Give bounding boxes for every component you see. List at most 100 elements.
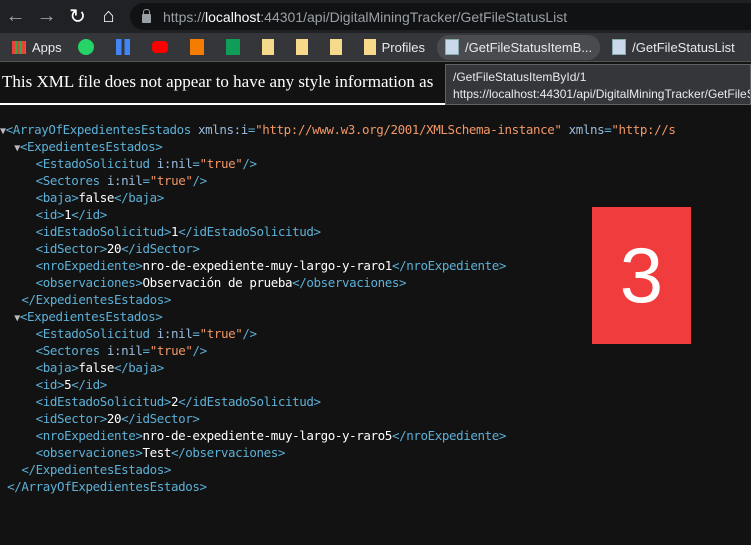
xml-token: nro-de-expediente-muy-largo-y-raro5 xyxy=(142,428,393,443)
xml-info-message: This XML file does not appear to have an… xyxy=(2,72,434,91)
xml-line: </ArrayOfExpedientesEstados> xyxy=(0,478,676,495)
back-icon[interactable]: ← xyxy=(0,5,31,28)
xml-token: false xyxy=(78,360,115,375)
xml-token: = xyxy=(142,343,151,358)
xml-token: = xyxy=(192,326,200,341)
xml-token: "true" xyxy=(199,326,243,341)
xml-line: <idSector>20</idSector> xyxy=(0,410,676,427)
xml-line: <baja>false</baja> xyxy=(0,359,676,376)
xml-token: <idEstadoSolicitud> xyxy=(35,394,172,409)
apps-grid-icon xyxy=(12,40,26,54)
xml-line: ▼<ExpedientesEstados> xyxy=(0,138,676,155)
folder-icon xyxy=(295,39,308,55)
folder-icon xyxy=(261,39,274,55)
bookmarks-bar: Apps Profiles/GetFileStatusItemB... /GetFi… xyxy=(0,33,751,62)
xml-line: <nroExpediente>nro-de-expediente-muy-lar… xyxy=(0,257,676,274)
folder-icon xyxy=(329,39,342,55)
xml-token: </idSector> xyxy=(121,411,200,426)
bookmark-item[interactable] xyxy=(186,35,214,60)
xml-token: </id> xyxy=(71,207,107,222)
xml-token: </baja> xyxy=(114,190,164,205)
bookmark-item[interactable] xyxy=(74,35,104,60)
xml-token: </id> xyxy=(71,377,107,392)
url-rest: :44301/api/DigitalMiningTracker/GetFileS… xyxy=(260,8,568,25)
bookmark-label: Apps xyxy=(32,39,62,55)
xml-token: = xyxy=(192,156,200,171)
youtube-icon xyxy=(151,41,168,53)
tooltip-url: https://localhost:44301/api/DigitalMinin… xyxy=(453,87,751,101)
xml-line: <EstadoSolicitud i:nil="true"/> xyxy=(0,325,676,342)
xml-token: i:nil xyxy=(106,173,143,188)
home-icon[interactable]: ⌂ xyxy=(93,5,124,28)
xml-token: false xyxy=(78,190,115,205)
reload-icon[interactable]: ↻ xyxy=(62,4,93,29)
xml-token: /> xyxy=(242,326,257,341)
xml-line: <idEstadoSolicitud>2</idEstadoSolicitud> xyxy=(0,393,676,410)
xml-line: <observaciones>Observación de prueba</ob… xyxy=(0,274,676,291)
xml-token: <idSector> xyxy=(35,241,108,256)
xml-token: Observación de prueba xyxy=(142,275,293,290)
folder-icon xyxy=(363,39,376,55)
xml-line: ▼<ArrayOfExpedientesEstados xmlns:i="htt… xyxy=(0,121,676,138)
xml-line: <baja>false</baja> xyxy=(0,189,676,206)
bookmark-item[interactable]: Profiles xyxy=(360,35,429,60)
xml-token: xmlns xyxy=(561,122,605,137)
xml-token: </idEstadoSolicitud> xyxy=(178,224,321,239)
xml-token: </observaciones> xyxy=(171,445,286,460)
xml-line: <idSector>20</idSector> xyxy=(0,240,676,257)
xml-token: <idEstadoSolicitud> xyxy=(35,224,172,239)
xml-line: <observaciones>Test</observaciones> xyxy=(0,444,676,461)
xml-token: = xyxy=(142,173,151,188)
bookmark-item[interactable]: /GetFileStatusItemB... xyxy=(437,34,601,60)
xml-token: <ArrayOfExpedientesEstados xyxy=(5,122,199,137)
xml-token: 20 xyxy=(106,241,122,256)
bookmark-item[interactable]: Apps xyxy=(8,35,66,60)
bookmark-item[interactable] xyxy=(112,35,140,60)
xml-token: nro-de-expediente-muy-largo-y-raro1 xyxy=(142,258,393,273)
bookmark-item[interactable] xyxy=(222,35,250,60)
xml-token: "true" xyxy=(149,173,193,188)
xml-token: /> xyxy=(192,343,207,358)
xml-token: <observaciones> xyxy=(35,275,143,290)
divider xyxy=(0,103,447,105)
bookmark-item[interactable] xyxy=(148,35,178,60)
blue-bars-icon xyxy=(115,39,130,55)
bookmark-tooltip: /GetFileStatusItemById/1 https://localho… xyxy=(445,64,751,105)
xml-line: <idEstadoSolicitud>1</idEstadoSolicitud> xyxy=(0,223,676,240)
url-prefix: https:// xyxy=(163,8,206,25)
xml-token: <baja> xyxy=(35,190,79,205)
whatsapp-icon xyxy=(77,39,94,55)
xml-line: <Sectores i:nil="true"/> xyxy=(0,172,676,189)
xml-token: /> xyxy=(192,173,207,188)
bookmark-item[interactable] xyxy=(292,35,318,60)
xml-token: </ExpedientesEstados> xyxy=(21,462,172,477)
xml-token: 20 xyxy=(106,411,122,426)
browser-toolbar: ← → ↻ ⌂ https://localhost:44301/api/Digi… xyxy=(0,0,751,33)
xml-token: <ExpedientesEstados> xyxy=(19,309,163,324)
xml-token: xmlns:i xyxy=(198,122,248,137)
forward-icon[interactable]: → xyxy=(31,5,62,28)
xml-token: <observaciones> xyxy=(35,445,143,460)
bookmark-item[interactable]: /GetFileStatusList xyxy=(608,35,739,60)
xml-token: "http://www.w3.org/2001/XMLSchema-instan… xyxy=(255,122,562,137)
xml-token: /> xyxy=(242,156,257,171)
xml-token: </ArrayOfExpedientesEstados> xyxy=(7,479,207,494)
xml-token: "true" xyxy=(149,343,193,358)
info-icon xyxy=(189,39,204,55)
xml-token: = xyxy=(247,122,256,137)
address-bar[interactable]: https://localhost:44301/api/DigitalMinin… xyxy=(130,3,751,30)
xml-token: i:nil xyxy=(156,156,193,171)
url-host: localhost xyxy=(205,8,261,25)
xml-line: <EstadoSolicitud i:nil="true"/> xyxy=(0,155,676,172)
xml-line: <id>1</id> xyxy=(0,206,676,223)
xml-line: <nroExpediente>nro-de-expediente-muy-lar… xyxy=(0,427,676,444)
xml-token: <nroExpediente> xyxy=(35,258,143,273)
xml-tree: ▼<ArrayOfExpedientesEstados xmlns:i="htt… xyxy=(0,121,676,495)
lock-icon xyxy=(142,9,151,23)
xml-token: <EstadoSolicitud xyxy=(35,326,157,341)
xml-token: i:nil xyxy=(156,326,193,341)
bookmark-item[interactable] xyxy=(258,35,284,60)
bookmark-item[interactable] xyxy=(326,35,352,60)
xml-token: <idSector> xyxy=(35,411,108,426)
xml-token: </observaciones> xyxy=(292,275,407,290)
